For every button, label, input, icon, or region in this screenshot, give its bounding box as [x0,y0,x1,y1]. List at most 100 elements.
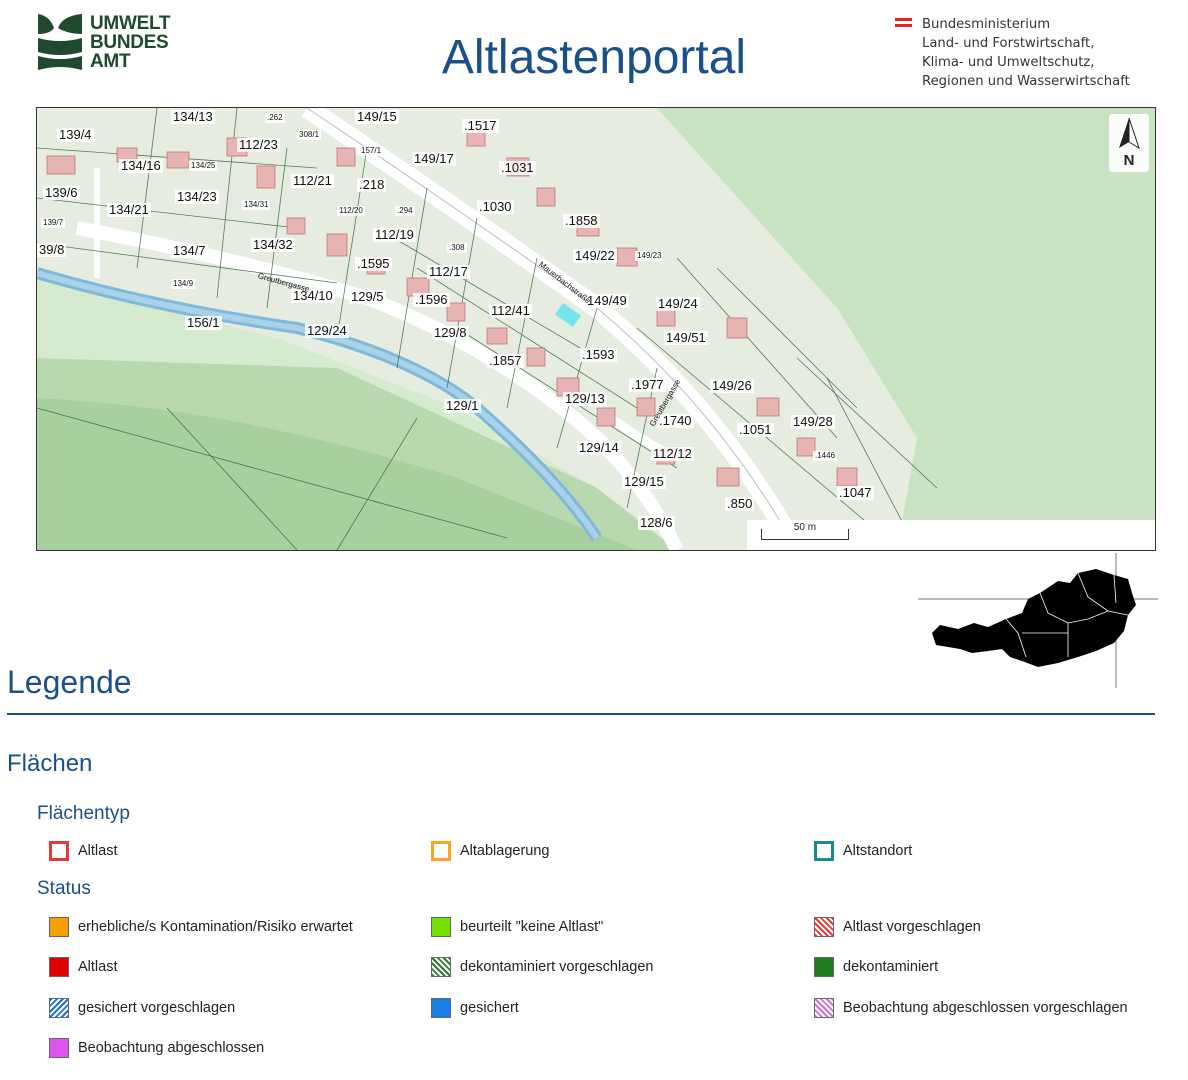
parcel-label: .1051 [737,422,774,437]
legend-item-status: Beobachtung abgeschlossen [49,1037,264,1059]
parcel-label: 149/28 [791,414,835,429]
parcel-label: 134/32 [251,237,295,252]
parcel-label: 139/7 [41,218,66,228]
legend-item-status: erhebliche/s Kontamination/Risiko erwart… [49,916,353,938]
parcel-label: 129/24 [305,323,349,338]
legend-item-altlast-type: Altlast [49,840,118,862]
parcel-label: .1047 [837,485,874,500]
swatch-teal-outline-icon [814,841,834,861]
swatch-green-hatch-icon [431,957,451,977]
legend-item-label: Altablagerung [460,843,550,859]
north-label: N [1123,152,1135,169]
scale-label: 50 m [793,522,817,533]
swatch-orange-outline-icon [431,841,451,861]
parcel-label: 149/17 [412,151,456,166]
legend-divider [7,713,1155,715]
parcel-label: 139/4 [57,127,94,142]
parcel-label: .1593 [580,347,617,362]
parcel-label: 134/9 [171,279,196,289]
parcel-label: 149/51 [664,330,708,345]
parcel-label: 139/6 [43,185,80,200]
parcel-label: 129/1 [444,398,481,413]
legend-item-label: gesichert vorgeschlagen [78,1000,236,1016]
parcel-label: .1977 [629,377,666,392]
parcel-label: .1596 [413,292,450,307]
parcel-label: .308 [447,243,467,253]
legend-item-label: Altlast [78,959,118,975]
parcel-label: 134/13 [171,109,215,124]
parcel-label: 134/25 [189,161,218,171]
legend-item-status: Altlast [49,956,118,978]
parcel-label: .850 [725,496,755,511]
north-arrow-icon [1119,117,1140,150]
legend-item-label: beurteilt "keine Altlast" [460,919,604,935]
parcel-label: 134/31 [242,200,271,210]
legend-item-status: dekontaminiert [814,956,938,978]
parcel-label: 157/1 [359,146,384,156]
parcel-label: 129/15 [622,474,666,489]
legend-item-status: Altlast vorgeschlagen [814,916,981,938]
parcel-label: 112/21 [291,173,334,188]
parcel-label: 134/7 [171,243,208,258]
parcel-label: 39/8 [37,242,67,257]
parcel-label: .1595 [355,256,392,271]
swatch-red-icon [49,957,69,977]
swatch-orange-icon [49,917,69,937]
parcel-label: .1517 [462,118,499,133]
swatch-green-icon [814,957,834,977]
ministry-line: Regionen und Wasserwirtschaft [922,74,1130,89]
parcel-label: .1857 [487,353,524,368]
parcel-label: 112/23 [237,137,280,152]
legend-title: Legende [7,664,132,700]
swatch-blue-hatch-icon [49,998,69,1018]
parcel-label: 129/13 [563,391,607,406]
status-title: Status [37,878,91,899]
legend-item-status: dekontaminiert vorgeschlagen [431,956,653,978]
parcel-label: .218 [357,177,387,192]
legend-item-altstandort: Altstandort [814,840,912,862]
parcel-label: 129/14 [577,440,621,455]
legend-item-label: dekontaminiert [843,959,939,975]
legend-item-status: beurteilt "keine Altlast" [431,916,603,938]
parcel-label: .1446 [813,451,838,461]
legend-item-label: Altstandort [843,843,913,859]
parcel-label: 149/26 [710,378,754,393]
parcel-label: .294 [395,206,415,216]
map-view[interactable]: N 50 m 134/13 .262 149/15 .1517 139/4 30… [36,107,1156,551]
parcel-label: 149/15 [355,109,399,124]
parcel-label: 128/6 [638,515,675,530]
legend-item-label: Beobachtung abgeschlossen vorgeschlagen [843,1000,1128,1016]
parcel-label: 134/21 [107,202,151,217]
legend-item-label: erhebliche/s Kontamination/Risiko erwart… [78,919,353,935]
legend-item-label: Altlast [78,843,118,859]
parcel-label: 129/5 [349,289,386,304]
types-title: Flächentyp [37,803,130,824]
parcel-label: .1858 [563,213,600,228]
parcel-label: 149/23 [635,251,664,261]
swatch-violet-icon [49,1038,69,1058]
parcel-label: 112/12 [651,446,694,461]
parcel-label: 112/17 [427,264,470,279]
swatch-red-hatch-icon [814,917,834,937]
parcel-label: .262 [265,113,285,123]
austria-overview-icon [918,553,1158,688]
parcel-label: 134/16 [119,158,163,173]
swatch-blue-icon [431,998,451,1018]
legend-item-status: Beobachtung abgeschlossen vorgeschlagen [814,997,1128,1019]
parcel-label: 149/22 [573,248,617,263]
parcel-label: 112/19 [373,227,416,242]
parcel-label: 156/1 [185,315,222,330]
parcel-label: 149/24 [656,296,700,311]
parcel-label: .1030 [477,199,514,214]
legend-item-status: gesichert vorgeschlagen [49,997,235,1019]
parcel-label: .1031 [499,160,536,175]
swatch-violet-hatch-icon [814,998,834,1018]
parcel-label: 308/1 [297,130,322,140]
austria-flag-icon [895,18,912,30]
parcel-label: 129/8 [432,325,469,340]
overview-map[interactable] [918,553,1158,688]
parcel-label: 134/23 [175,189,219,204]
parcel-label: 112/20 [337,206,365,216]
parcel-label: 112/41 [489,303,532,318]
ministry-line: Klima- und Umweltschutz, [922,55,1095,70]
